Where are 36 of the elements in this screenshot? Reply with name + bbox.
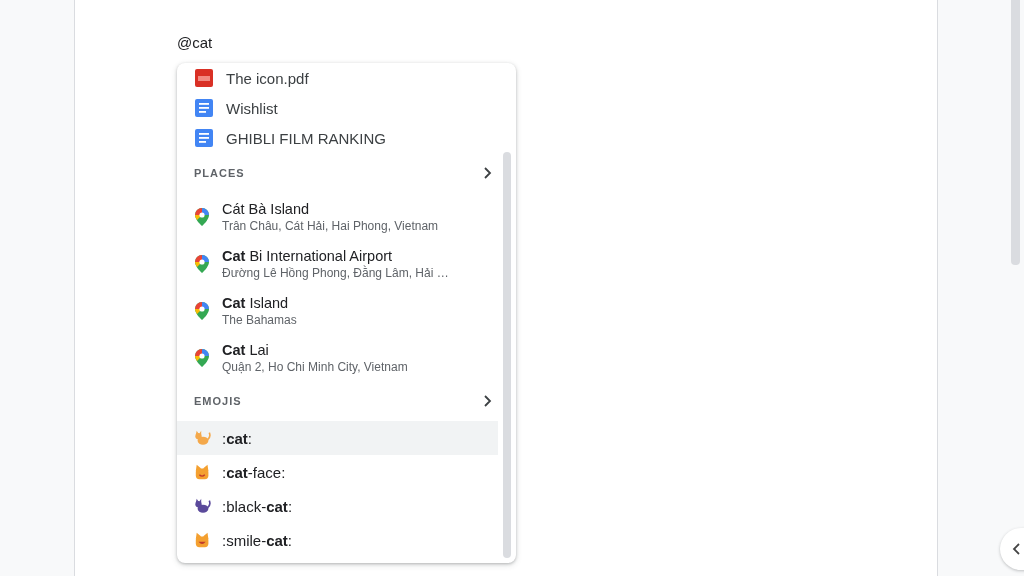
cat-emoji-icon (194, 429, 212, 447)
place-address: Đường Lê Hồng Phong, Đằng Lâm, Hải … (222, 265, 449, 280)
chevron-left-icon (1012, 542, 1022, 556)
pdf-file-icon (194, 68, 214, 88)
place-item[interactable]: Cat Lai Quận 2, Ho Chi Minh City, Vietnam (177, 334, 498, 381)
emoji-item[interactable]: :cat: (177, 421, 498, 455)
place-item[interactable]: Cát Bà Island Trân Châu, Cát Hải, Hai Phong, Vietnam (177, 193, 498, 240)
place-name: Cat Bi International Airport (222, 247, 394, 264)
map-pin-icon (194, 206, 210, 227)
file-item[interactable]: Wishlist (177, 93, 498, 123)
document-icon (194, 98, 214, 118)
sitting-cat-emoji-icon (194, 497, 212, 515)
emoji-item[interactable]: :black-cat: (177, 489, 498, 523)
place-address: The Bahamas (222, 312, 297, 327)
file-item[interactable]: GHIBLI FILM RANKING (177, 123, 498, 153)
place-name: Cat Island (222, 294, 290, 311)
chevron-right-icon (482, 394, 492, 408)
emoji-item[interactable]: :smile-cat: (177, 523, 498, 557)
map-pin-icon (194, 347, 210, 368)
place-name: Cat Lai (222, 341, 270, 358)
map-pin-icon (194, 253, 210, 274)
scrollbar-thumb[interactable] (1011, 0, 1020, 265)
chevron-right-icon (482, 166, 492, 180)
place-name: Cát Bà Island (222, 200, 311, 217)
section-heading: EMOJIS (194, 395, 242, 407)
place-item[interactable]: Cat Bi International Airport Đường Lê Hồng Phong, Đằng Lâm, Hải … (177, 240, 498, 287)
document-text: @cat (177, 34, 214, 53)
place-address: Trân Châu, Cát Hải, Hai Phong, Vietnam (222, 218, 439, 233)
place-item[interactable]: Cat Island The Bahamas (177, 287, 498, 334)
section-heading: PLACES (194, 167, 245, 179)
map-pin-icon (194, 300, 210, 321)
emoji-item[interactable]: :cat-face: (177, 455, 498, 489)
file-item[interactable]: The icon.pdf (177, 63, 498, 93)
document-icon (194, 128, 214, 148)
place-address: Quận 2, Ho Chi Minh City, Vietnam (222, 359, 408, 374)
scrollbar-thumb[interactable] (503, 152, 511, 558)
